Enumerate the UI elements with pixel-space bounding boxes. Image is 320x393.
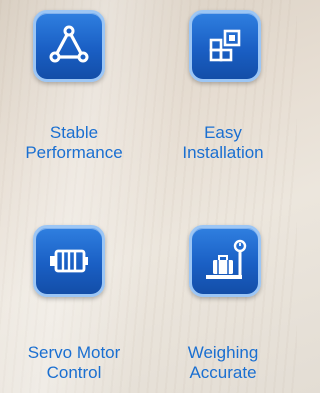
weighing-scale-icon xyxy=(189,225,261,297)
motor-icon xyxy=(33,225,105,297)
triangle-network-icon xyxy=(33,10,105,82)
feature-label: Servo Motor Control xyxy=(27,343,121,382)
feature-label: Stable Performance xyxy=(25,123,123,162)
feature-label: Weighing Accurate xyxy=(187,343,259,382)
feature-label: Easy Installation xyxy=(182,123,264,162)
grid-blocks-icon xyxy=(189,10,261,82)
